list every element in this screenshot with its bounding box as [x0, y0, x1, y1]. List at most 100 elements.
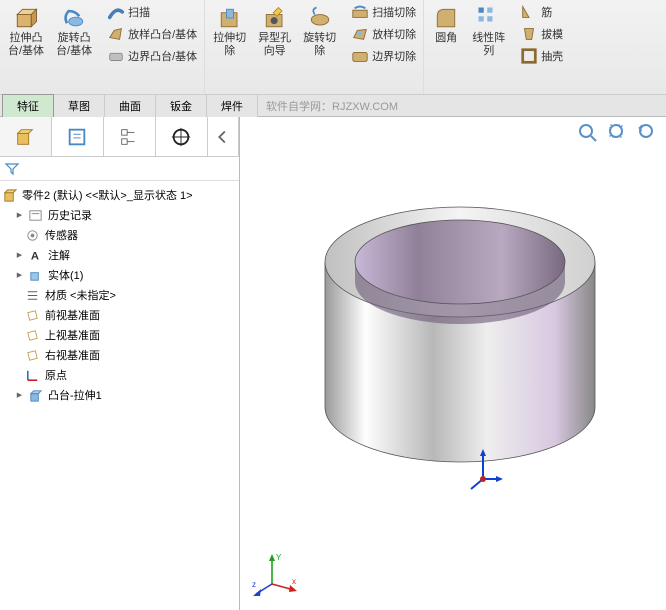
expand-icon[interactable]: ▶ — [14, 250, 25, 261]
tree-origin[interactable]: 原点 — [2, 365, 237, 385]
view-triad[interactable]: Y x z — [250, 550, 300, 600]
tree-annotations[interactable]: ▶ A 注解 — [2, 245, 237, 265]
tree-root-label: 零件2 (默认) <<默认>_显示状态 1> — [22, 187, 193, 203]
fm-tree-tab[interactable] — [0, 117, 52, 156]
tree-bodies[interactable]: ▶ 实体(1) — [2, 265, 237, 285]
fillet-label: 圆角 — [435, 32, 457, 45]
tree-filter-row — [0, 157, 239, 181]
extrude-cut-button[interactable]: 拉伸切 除 — [209, 2, 250, 66]
loft-cut-button[interactable]: 放样切除 — [348, 24, 419, 44]
boundary-icon — [107, 47, 125, 65]
plane-icon — [25, 328, 40, 343]
tree-bodies-label: 实体(1) — [48, 267, 83, 283]
pattern-icon — [475, 4, 503, 32]
extrude-icon — [12, 4, 40, 32]
boundary-cut-button[interactable]: 边界切除 — [348, 46, 419, 66]
tab-weldment[interactable]: 焊件 — [207, 95, 258, 117]
rib-button[interactable]: 筋 — [517, 2, 566, 22]
body-icon — [28, 268, 43, 283]
sweep-button[interactable]: 扫描 — [104, 2, 200, 22]
sweep-label: 扫描 — [128, 4, 150, 20]
sweep-cut-button[interactable]: 扫描切除 — [348, 2, 419, 22]
config-tab[interactable] — [104, 117, 156, 156]
tab-surface[interactable]: 曲面 — [105, 95, 156, 117]
tab-feature[interactable]: 特征 — [2, 94, 54, 117]
expand-icon[interactable]: ▶ — [14, 390, 25, 401]
plane-icon — [25, 348, 40, 363]
tree-annotations-label: 注解 — [48, 247, 70, 263]
filter-icon[interactable] — [4, 161, 20, 177]
shell-button[interactable]: 抽壳 — [517, 46, 566, 66]
tree-history[interactable]: ▶ 历史记录 — [2, 205, 237, 225]
hole-wizard-button[interactable]: 异型孔 向导 — [254, 2, 295, 66]
tree-plane1-label: 前视基准面 — [45, 307, 100, 323]
tree-root[interactable]: 零件2 (默认) <<默认>_显示状态 1> — [2, 185, 237, 205]
watermark-text: 软件自学网：RJZXW.COM — [266, 98, 398, 114]
revolve-boss-button[interactable]: 旋转凸 台/基体 — [52, 2, 96, 66]
origin-icon — [25, 368, 40, 383]
loft-button[interactable]: 放样凸台/基体 — [104, 24, 200, 44]
hole-wizard-label: 异型孔 向导 — [258, 32, 291, 58]
3d-model-render — [295, 177, 625, 477]
svg-text:A: A — [31, 250, 39, 262]
zoom-fit-button[interactable] — [576, 121, 600, 145]
sensor-icon — [25, 228, 40, 243]
hole-wizard-icon — [261, 4, 289, 32]
tree-history-label: 历史记录 — [48, 207, 92, 223]
part-icon — [2, 188, 17, 203]
history-icon — [28, 208, 43, 223]
tree-top-plane[interactable]: 上视基准面 — [2, 325, 237, 345]
tree-right-plane[interactable]: 右视基准面 — [2, 345, 237, 365]
plane-icon — [25, 308, 40, 323]
extrude-boss-button[interactable]: 拉伸凸 台/基体 — [4, 2, 48, 66]
expand-icon[interactable]: ▶ — [14, 270, 25, 281]
ribbon-toolbar: 拉伸凸 台/基体 旋转凸 台/基体 扫描 放样凸台/基体 边界凸台/基体 — [0, 0, 666, 95]
boundary-label: 边界凸台/基体 — [128, 48, 197, 64]
loft-label: 放样凸台/基体 — [128, 26, 197, 42]
ribbon-group-cut: 拉伸切 除 异型孔 向导 旋转切 除 扫描切除 放样切除 — [205, 0, 424, 94]
sidebar-tabs — [0, 117, 239, 157]
revolve-cut-label: 旋转切 除 — [303, 32, 336, 58]
tree-front-plane[interactable]: 前视基准面 — [2, 305, 237, 325]
tree-origin-label: 原点 — [45, 367, 67, 383]
3d-viewport[interactable]: Y x z — [240, 117, 666, 610]
property-tab[interactable] — [52, 117, 104, 156]
overflow-tab[interactable] — [208, 117, 240, 156]
tab-sketch[interactable]: 草图 — [54, 95, 105, 117]
expand-icon[interactable]: ▶ — [14, 210, 25, 221]
fillet-icon — [432, 4, 460, 32]
extrude-feature-icon — [28, 388, 43, 403]
boundary-button[interactable]: 边界凸台/基体 — [104, 46, 200, 66]
extrude-cut-label: 拉伸切 除 — [213, 32, 246, 58]
triad-x-label: x — [292, 577, 296, 586]
revolve-cut-icon — [306, 4, 334, 32]
revolve-icon — [60, 4, 88, 32]
shell-icon — [520, 47, 538, 65]
tree-sensors[interactable]: 传感器 — [2, 225, 237, 245]
extrude-boss-label: 拉伸凸 台/基体 — [8, 32, 44, 58]
dimxpert-tab[interactable] — [156, 117, 208, 156]
sweep-cut-label: 扫描切除 — [372, 4, 416, 20]
origin-triad[interactable] — [465, 447, 505, 492]
ribbon-group-modify: 圆角 线性阵 列 筋 拔模 抽壳 — [424, 0, 570, 94]
prev-view-button[interactable] — [636, 121, 660, 145]
tree-material[interactable]: 材质 <未指定> — [2, 285, 237, 305]
main-area: 零件2 (默认) <<默认>_显示状态 1> ▶ 历史记录 传感器 ▶ A 注解… — [0, 117, 666, 610]
loft-cut-label: 放样切除 — [372, 26, 416, 42]
annotation-icon: A — [28, 248, 43, 263]
zoom-area-button[interactable] — [606, 121, 630, 145]
linear-pattern-button[interactable]: 线性阵 列 — [468, 2, 509, 66]
boundary-cut-label: 边界切除 — [372, 48, 416, 64]
revolve-cut-button[interactable]: 旋转切 除 — [299, 2, 340, 66]
pattern-label: 线性阵 列 — [472, 32, 505, 58]
sweep-icon — [107, 3, 125, 21]
draft-button[interactable]: 拔模 — [517, 24, 566, 44]
tree-feature-extrude1[interactable]: ▶ 凸台-拉伸1 — [2, 385, 237, 405]
draft-label: 拔模 — [541, 26, 563, 42]
command-tabs: 特征 草图 曲面 钣金 焊件 软件自学网：RJZXW.COM — [0, 95, 666, 117]
tab-sheetmetal[interactable]: 钣金 — [156, 95, 207, 117]
fillet-button[interactable]: 圆角 — [428, 2, 464, 66]
extrude-cut-icon — [216, 4, 244, 32]
material-icon — [25, 288, 40, 303]
tree-material-label: 材质 <未指定> — [45, 287, 116, 303]
